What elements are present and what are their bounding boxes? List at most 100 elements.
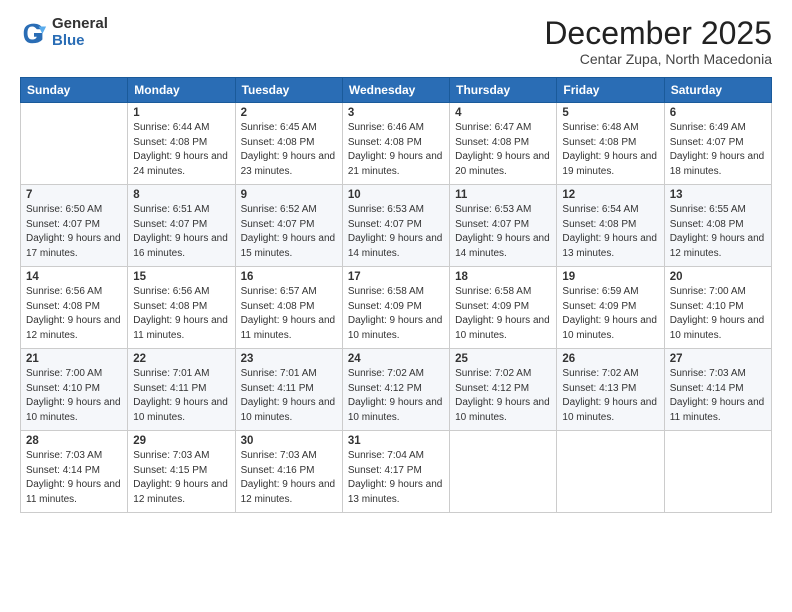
daylight-text: Daylight: 9 hours and 11 minutes. xyxy=(26,479,121,505)
day-info: Sunrise: 6:56 AMSunset: 4:08 PMDaylight:… xyxy=(26,285,122,343)
col-tuesday: Tuesday xyxy=(235,78,342,103)
table-row: 31Sunrise: 7:04 AMSunset: 4:17 PMDayligh… xyxy=(342,431,449,513)
daylight-text: Daylight: 9 hours and 17 minutes. xyxy=(26,233,121,259)
sunset-text: Sunset: 4:11 PM xyxy=(133,383,206,394)
sunrise-text: Sunrise: 7:02 AM xyxy=(348,368,424,379)
sunset-text: Sunset: 4:08 PM xyxy=(562,137,636,148)
sunrise-text: Sunrise: 6:59 AM xyxy=(562,286,638,297)
table-row: 18Sunrise: 6:58 AMSunset: 4:09 PMDayligh… xyxy=(450,267,557,349)
col-monday: Monday xyxy=(128,78,235,103)
day-info: Sunrise: 7:03 AMSunset: 4:14 PMDaylight:… xyxy=(670,367,766,425)
sunrise-text: Sunrise: 6:58 AM xyxy=(455,286,531,297)
daylight-text: Daylight: 9 hours and 10 minutes. xyxy=(348,315,443,341)
table-row: 30Sunrise: 7:03 AMSunset: 4:16 PMDayligh… xyxy=(235,431,342,513)
day-info: Sunrise: 6:56 AMSunset: 4:08 PMDaylight:… xyxy=(133,285,229,343)
day-number: 2 xyxy=(241,107,337,119)
day-number: 23 xyxy=(241,353,337,365)
sunrise-text: Sunrise: 6:45 AM xyxy=(241,122,317,133)
table-row: 2 Sunrise: 6:45 AMSunset: 4:08 PMDaylight… xyxy=(235,103,342,185)
sunset-text: Sunset: 4:09 PM xyxy=(562,301,636,312)
table-row: 23Sunrise: 7:01 AMSunset: 4:11 PMDayligh… xyxy=(235,349,342,431)
sunset-text: Sunset: 4:13 PM xyxy=(562,383,636,394)
table-row: 14 Sunrise: 6:56 AMSunset: 4:08 PMDayligh… xyxy=(21,267,128,349)
table-row: 13Sunrise: 6:55 AMSunset: 4:08 PMDayligh… xyxy=(664,185,771,267)
day-number: 13 xyxy=(670,189,766,201)
sunrise-text: Sunrise: 6:53 AM xyxy=(455,204,531,215)
table-row: 24Sunrise: 7:02 AMSunset: 4:12 PMDayligh… xyxy=(342,349,449,431)
col-friday: Friday xyxy=(557,78,664,103)
sunset-text: Sunset: 4:08 PM xyxy=(133,301,207,312)
sunrise-text: Sunrise: 7:02 AM xyxy=(455,368,531,379)
sunrise-text: Sunrise: 7:01 AM xyxy=(241,368,317,379)
day-number: 22 xyxy=(133,353,229,365)
sunset-text: Sunset: 4:16 PM xyxy=(241,465,315,476)
day-number: 30 xyxy=(241,435,337,447)
table-row xyxy=(450,431,557,513)
location-text: Centar Zupa, North Macedonia xyxy=(544,51,772,67)
daylight-text: Daylight: 9 hours and 14 minutes. xyxy=(348,233,443,259)
day-info: Sunrise: 6:46 AMSunset: 4:08 PMDaylight:… xyxy=(348,121,444,179)
table-row: 17Sunrise: 6:58 AMSunset: 4:09 PMDayligh… xyxy=(342,267,449,349)
day-info: Sunrise: 6:59 AMSunset: 4:09 PMDaylight:… xyxy=(562,285,658,343)
day-number: 25 xyxy=(455,353,551,365)
page: General Blue December 2025 Centar Zupa, … xyxy=(0,0,792,612)
sunset-text: Sunset: 4:14 PM xyxy=(26,465,100,476)
day-number: 20 xyxy=(670,271,766,283)
sunrise-text: Sunrise: 6:50 AM xyxy=(26,204,102,215)
calendar-week-row: 1Sunrise: 6:44 AMSunset: 4:08 PMDaylight… xyxy=(21,103,772,185)
day-number: 12 xyxy=(562,189,658,201)
day-info: Sunrise: 7:00 AM Sunset: 4:10 PM Daylight:… xyxy=(670,285,766,343)
month-title: December 2025 xyxy=(544,16,772,51)
day-info: Sunrise: 6:50 AM Sunset: 4:07 PM Daylight:… xyxy=(26,203,122,261)
sunrise-text: Sunrise: 6:49 AM xyxy=(670,122,746,133)
table-row: 8 Sunrise: 6:51 AMSunset: 4:07 PMDaylight… xyxy=(128,185,235,267)
day-info: Sunrise: 6:53 AM Sunset: 4:07 PM Daylight:… xyxy=(348,203,444,261)
daylight-text: Daylight: 9 hours and 11 minutes. xyxy=(670,397,765,423)
sunset-text: Sunset: 4:07 PM xyxy=(348,219,422,230)
daylight-text: Daylight: 9 hours and 11 minutes. xyxy=(241,315,336,341)
table-row: 22Sunrise: 7:01 AMSunset: 4:11 PMDayligh… xyxy=(128,349,235,431)
day-number: 7 xyxy=(26,189,122,201)
sunrise-text: Sunrise: 6:48 AM xyxy=(562,122,638,133)
sunrise-text: Sunrise: 7:00 AM xyxy=(26,368,102,379)
daylight-text: Daylight: 9 hours and 16 minutes. xyxy=(133,233,228,259)
day-info: Sunrise: 6:47 AMSunset: 4:08 PMDaylight:… xyxy=(455,121,551,179)
daylight-text: Daylight: 9 hours and 10 minutes. xyxy=(26,397,121,423)
day-info: Sunrise: 6:54 AMSunset: 4:08 PMDaylight:… xyxy=(562,203,658,261)
sunset-text: Sunset: 4:10 PM xyxy=(670,301,744,312)
day-number: 11 xyxy=(455,189,551,201)
day-number: 21 xyxy=(26,353,122,365)
daylight-text: Daylight: 9 hours and 12 minutes. xyxy=(241,479,336,505)
day-number: 8 xyxy=(133,189,229,201)
daylight-text: Daylight: 9 hours and 10 minutes. xyxy=(562,397,657,423)
daylight-text: Daylight: 9 hours and 24 minutes. xyxy=(133,151,228,177)
sunset-text: Sunset: 4:07 PM xyxy=(26,219,100,230)
sunrise-text: Sunrise: 6:46 AM xyxy=(348,122,424,133)
table-row: 12 Sunrise: 6:54 AMSunset: 4:08 PMDayligh… xyxy=(557,185,664,267)
table-row xyxy=(664,431,771,513)
day-number: 19 xyxy=(562,271,658,283)
sunrise-text: Sunrise: 6:54 AM xyxy=(562,204,638,215)
sunrise-text: Sunrise: 7:00 AM xyxy=(670,286,746,297)
table-row: 6Sunrise: 6:49 AMSunset: 4:07 PMDaylight… xyxy=(664,103,771,185)
sunrise-text: Sunrise: 6:55 AM xyxy=(670,204,746,215)
day-number: 15 xyxy=(133,271,229,283)
sunrise-text: Sunrise: 6:52 AM xyxy=(241,204,317,215)
sunrise-text: Sunrise: 6:53 AM xyxy=(348,204,424,215)
col-thursday: Thursday xyxy=(450,78,557,103)
daylight-text: Daylight: 9 hours and 13 minutes. xyxy=(562,233,657,259)
table-row: 26Sunrise: 7:02 AMSunset: 4:13 PMDayligh… xyxy=(557,349,664,431)
day-number: 29 xyxy=(133,435,229,447)
day-info: Sunrise: 6:45 AMSunset: 4:08 PMDaylight:… xyxy=(241,121,337,179)
sunset-text: Sunset: 4:12 PM xyxy=(348,383,422,394)
day-info: Sunrise: 7:00 AMSunset: 4:10 PMDaylight:… xyxy=(26,367,122,425)
daylight-text: Daylight: 9 hours and 10 minutes. xyxy=(670,315,765,341)
table-row: 7 Sunrise: 6:50 AM Sunset: 4:07 PM Daylight… xyxy=(21,185,128,267)
daylight-text: Daylight: 9 hours and 11 minutes. xyxy=(133,315,228,341)
day-number: 18 xyxy=(455,271,551,283)
sunrise-text: Sunrise: 7:04 AM xyxy=(348,450,424,461)
day-number: 14 xyxy=(26,271,122,283)
day-info: Sunrise: 7:04 AMSunset: 4:17 PMDaylight:… xyxy=(348,449,444,507)
day-info: Sunrise: 6:51 AMSunset: 4:07 PMDaylight:… xyxy=(133,203,229,261)
table-row: 16Sunrise: 6:57 AMSunset: 4:08 PMDayligh… xyxy=(235,267,342,349)
